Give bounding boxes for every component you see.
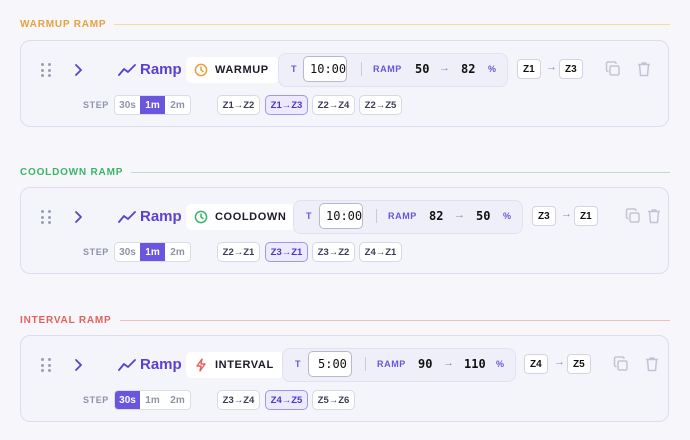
section-title: COOLDOWN RAMP: [20, 166, 124, 178]
chevron-right-icon[interactable]: [73, 62, 83, 78]
arrow-right-icon: →: [454, 209, 465, 221]
step-option-active[interactable]: 30s: [115, 391, 140, 409]
ramp-pct-label: RAMP: [388, 211, 417, 221]
zone-from-chip[interactable]: Z1: [517, 59, 541, 79]
ramp-label: Ramp: [140, 356, 182, 373]
ramp-card-interval: Ramp INTERVAL T 5:00 RAMP 90 → 110 % Z4 …: [20, 335, 669, 422]
trash-icon[interactable]: [643, 355, 661, 373]
step-label: STEP: [83, 247, 109, 257]
trend-icon: [118, 211, 136, 223]
step-option[interactable]: 30s: [115, 243, 140, 261]
zone-preset[interactable]: Z5→Z6: [312, 390, 355, 410]
divider: [376, 209, 377, 223]
clock-icon: [194, 63, 208, 77]
ramp-card-warmup: Ramp WARMUP T 10:00 RAMP 50 → 82 % Z1 → …: [20, 40, 669, 127]
end-pct-input[interactable]: 50: [476, 209, 490, 223]
type-chip-warmup[interactable]: WARMUP: [186, 57, 279, 83]
type-label: COOLDOWN: [215, 211, 287, 223]
zone-to-chip[interactable]: Z1: [574, 206, 598, 226]
start-pct-input[interactable]: 50: [415, 62, 429, 76]
arrow-right-icon: →: [443, 357, 454, 369]
ramp-pct-label: RAMP: [377, 359, 406, 369]
clock-icon: [194, 210, 208, 224]
ramp-card-cooldown: Ramp COOLDOWN T 10:00 RAMP 82 → 50 % Z3 …: [20, 187, 669, 274]
drag-handle-icon[interactable]: [41, 358, 51, 372]
zone-preset[interactable]: Z2→Z1: [217, 242, 260, 262]
ramp-pct-label: RAMP: [373, 64, 402, 74]
duration-input[interactable]: 10:00: [303, 56, 347, 82]
end-pct-input[interactable]: 110: [464, 357, 486, 371]
type-label: INTERVAL: [215, 359, 274, 371]
step-option-active[interactable]: 1m: [140, 96, 165, 114]
drag-handle-icon[interactable]: [41, 210, 51, 224]
chevron-right-icon[interactable]: [73, 357, 83, 373]
divider: [131, 171, 670, 173]
type-label: WARMUP: [215, 64, 269, 76]
section-header-warmup: WARMUP RAMP: [20, 17, 670, 31]
copy-icon[interactable]: [604, 60, 622, 78]
copy-icon[interactable]: [624, 207, 642, 225]
type-chip-cooldown[interactable]: COOLDOWN: [186, 204, 297, 230]
zone-preset-active[interactable]: Z4→Z5: [265, 390, 308, 410]
arrow-right-icon: →: [561, 208, 572, 220]
divider: [361, 62, 362, 76]
divider: [119, 319, 670, 321]
time-label: T: [295, 359, 301, 369]
arrow-right-icon: →: [554, 356, 565, 368]
zone-preset[interactable]: Z2→Z4: [312, 95, 355, 115]
step-label: STEP: [83, 100, 109, 110]
end-pct-input[interactable]: 82: [461, 62, 475, 76]
zone-preset-active[interactable]: Z1→Z3: [265, 95, 308, 115]
trend-icon: [118, 359, 136, 371]
step-option[interactable]: 2m: [165, 243, 190, 261]
step-selector: 30s 1m 2m: [114, 390, 191, 410]
trash-icon[interactable]: [645, 207, 663, 225]
divider: [365, 357, 366, 371]
trend-icon: [118, 64, 136, 76]
step-option-active[interactable]: 1m: [140, 243, 165, 261]
copy-icon[interactable]: [612, 355, 630, 373]
section-title: INTERVAL RAMP: [20, 314, 112, 326]
zone-to-chip[interactable]: Z5: [567, 354, 591, 374]
step-selector: 30s 1m 2m: [114, 95, 191, 115]
zone-preset[interactable]: Z4→Z1: [359, 242, 402, 262]
zone-preset[interactable]: Z2→Z5: [359, 95, 402, 115]
time-label: T: [306, 211, 312, 221]
zone-preset[interactable]: Z3→Z4: [217, 390, 260, 410]
bolt-icon: [196, 358, 206, 372]
duration-input[interactable]: 5:00: [308, 351, 352, 377]
divider: [114, 23, 670, 25]
duration-input[interactable]: 10:00: [319, 203, 363, 229]
section-header-cooldown: COOLDOWN RAMP: [20, 165, 670, 179]
step-option[interactable]: 30s: [115, 96, 140, 114]
ramp-label: Ramp: [140, 208, 182, 225]
time-label: T: [291, 64, 297, 74]
zone-preset-active[interactable]: Z3→Z1: [265, 242, 308, 262]
zone-from-chip[interactable]: Z3: [532, 206, 556, 226]
section-header-interval: INTERVAL RAMP: [20, 313, 670, 327]
zone-preset[interactable]: Z3→Z2: [312, 242, 355, 262]
pct-unit: %: [503, 211, 512, 221]
step-option[interactable]: 2m: [165, 96, 190, 114]
step-option[interactable]: 2m: [165, 391, 190, 409]
type-chip-interval[interactable]: INTERVAL: [186, 352, 284, 378]
pct-unit: %: [496, 359, 505, 369]
start-pct-input[interactable]: 82: [429, 209, 443, 223]
section-title: WARMUP RAMP: [20, 18, 107, 30]
start-pct-input[interactable]: 90: [418, 357, 432, 371]
arrow-right-icon: →: [439, 62, 450, 74]
chevron-right-icon[interactable]: [73, 209, 83, 225]
ramp-label: Ramp: [140, 61, 182, 78]
step-selector: 30s 1m 2m: [114, 242, 191, 262]
trash-icon[interactable]: [635, 60, 653, 78]
step-option[interactable]: 1m: [140, 391, 165, 409]
zone-preset[interactable]: Z1→Z2: [217, 95, 260, 115]
pct-unit: %: [488, 64, 497, 74]
step-label: STEP: [83, 395, 109, 405]
zone-to-chip[interactable]: Z3: [559, 59, 583, 79]
drag-handle-icon[interactable]: [41, 63, 51, 77]
arrow-right-icon: →: [546, 61, 557, 73]
zone-from-chip[interactable]: Z4: [524, 354, 548, 374]
